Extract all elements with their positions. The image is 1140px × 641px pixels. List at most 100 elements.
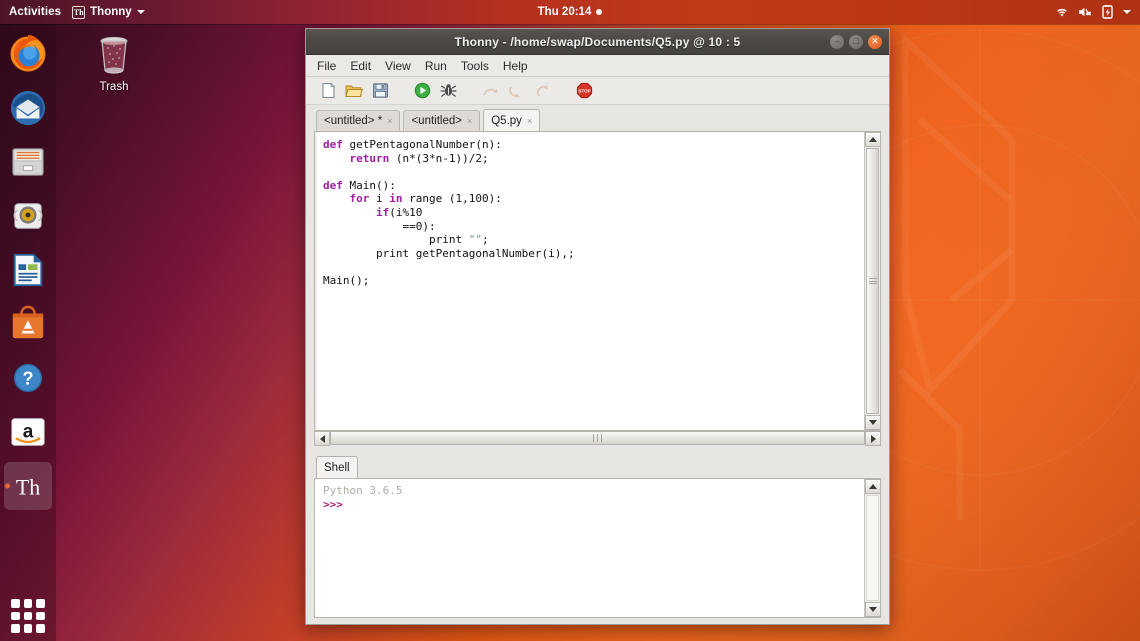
editor-vscroll-thumb[interactable] [866, 148, 879, 414]
code-editor[interactable]: def getPentagonalNumber(n): return (n*(3… [314, 131, 881, 431]
editor-tab-untitled[interactable]: <untitled> × [403, 110, 480, 131]
scroll-down-button[interactable] [865, 602, 881, 617]
grid-dot [24, 612, 33, 621]
dock-item-thunderbird[interactable] [4, 84, 52, 132]
close-button[interactable]: ✕ [868, 35, 882, 49]
editor-tab-untitled-modified[interactable]: <untitled> * × [316, 110, 400, 131]
svg-text:?: ? [22, 369, 33, 389]
code-line [323, 165, 863, 179]
svg-text:STOP: STOP [578, 89, 590, 94]
debug-icon[interactable] [438, 81, 458, 101]
menu-file[interactable]: File [317, 59, 336, 73]
open-file-icon[interactable] [344, 81, 364, 101]
step-into-icon [506, 81, 526, 101]
window-titlebar[interactable]: Thonny - /home/swap/Documents/Q5.py @ 10… [306, 29, 889, 55]
editor-tab-q5-py[interactable]: Q5.py × [483, 109, 540, 131]
editor-vertical-scrollbar[interactable] [864, 132, 880, 430]
libreoffice-writer-icon [9, 251, 47, 289]
editor-tab-label: Q5.py [491, 115, 522, 127]
rhythmbox-icon [9, 197, 47, 235]
dock-item-thonny[interactable]: Th [4, 462, 52, 510]
editor-tab-label: <untitled> * [324, 115, 382, 127]
code-line: if(i%10 [323, 206, 863, 220]
close-icon[interactable]: × [467, 116, 472, 126]
shell-vertical-scrollbar[interactable] [864, 479, 880, 617]
thonny-window: Thonny - /home/swap/Documents/Q5.py @ 10… [305, 28, 890, 625]
code-line: print ""; [323, 233, 863, 247]
grid-dot [11, 612, 20, 621]
menu-view[interactable]: View [385, 59, 411, 73]
menu-help[interactable]: Help [503, 59, 528, 73]
dock-item-ubuntu-software[interactable] [4, 300, 52, 348]
trash-label: Trash [100, 81, 129, 93]
clock-label: Thu 20:14 [538, 6, 592, 18]
step-out-icon [532, 81, 552, 101]
editor-horizontal-scrollbar[interactable] [314, 431, 881, 447]
editor-tab-label: <untitled> [411, 115, 462, 127]
show-applications-button[interactable] [11, 599, 45, 633]
grid-dot [24, 624, 33, 633]
close-icon[interactable]: × [527, 116, 532, 126]
ubuntu-software-bag-icon [9, 305, 47, 343]
menubar: File Edit View Run Tools Help [306, 55, 889, 77]
shell-vscroll-track[interactable] [866, 495, 879, 601]
dock-item-help[interactable]: ? [4, 354, 52, 402]
python-version-line: Python 3.6.5 [323, 484, 863, 498]
scroll-up-button[interactable] [865, 479, 881, 494]
code-line: for i in range (1,100): [323, 192, 863, 206]
scroll-grip-icon [592, 434, 604, 442]
scroll-grip-icon [869, 277, 877, 286]
grid-dot [36, 624, 45, 633]
shell-text-area[interactable]: Python 3.6.5 >>> [315, 479, 863, 617]
run-icon[interactable] [412, 81, 432, 101]
code-line: print getPentagonalNumber(i),; [323, 247, 863, 261]
save-file-icon[interactable] [370, 81, 390, 101]
scroll-up-button[interactable] [865, 132, 881, 147]
dock-item-files[interactable] [4, 138, 52, 186]
menu-run[interactable]: Run [425, 59, 447, 73]
menu-edit[interactable]: Edit [350, 59, 371, 73]
code-line [323, 260, 863, 274]
shell-prompt: >>> [323, 498, 863, 512]
stop-icon[interactable]: STOP [574, 81, 594, 101]
tab-shell[interactable]: Shell [316, 456, 358, 478]
scroll-left-button[interactable] [314, 431, 330, 446]
amazon-icon: a [9, 413, 47, 451]
code-line: Main(); [323, 274, 863, 288]
clock-area[interactable]: Thu 20:14 [0, 6, 1140, 18]
dock-item-firefox[interactable] [4, 30, 52, 78]
code-line: def Main(): [323, 179, 863, 193]
code-text-area[interactable]: def getPentagonalNumber(n): return (n*(3… [315, 132, 863, 430]
step-over-icon [480, 81, 500, 101]
code-line: return (n*(3*n-1))/2; [323, 152, 863, 166]
scroll-down-button[interactable] [865, 415, 881, 430]
dock-item-libreoffice-writer[interactable] [4, 246, 52, 294]
thunderbird-icon [9, 89, 47, 127]
maximize-button[interactable]: □ [849, 35, 863, 49]
top-panel: Activities Th Thonny Thu 20:14 [0, 0, 1140, 24]
code-line: def getPentagonalNumber(n): [323, 138, 863, 152]
close-icon[interactable]: × [387, 116, 392, 126]
dock-item-rhythmbox[interactable] [4, 192, 52, 240]
minimize-button[interactable]: – [830, 35, 844, 49]
running-indicator-dot [5, 484, 10, 489]
editor-hscroll-thumb[interactable] [330, 431, 865, 445]
menu-tools[interactable]: Tools [461, 59, 489, 73]
trash-icon [91, 32, 137, 78]
new-file-icon[interactable] [318, 81, 338, 101]
window-title: Thonny - /home/swap/Documents/Q5.py @ 10… [306, 35, 889, 49]
grid-dot [11, 624, 20, 633]
desktop: Activities Th Thonny Thu 20:14 [0, 0, 1140, 641]
toolbar: STOP [306, 77, 889, 105]
desktop-icon-trash[interactable]: Trash [82, 32, 146, 93]
scroll-right-button[interactable] [865, 431, 881, 446]
help-icon: ? [9, 359, 47, 397]
grid-dot [24, 599, 33, 608]
shell-console[interactable]: Python 3.6.5 >>> [314, 478, 881, 618]
grid-dot [36, 599, 45, 608]
shell-pane: Shell Python 3.6.5 >>> [306, 452, 889, 624]
editor-pane: <untitled> * × <untitled> × Q5.py × def … [306, 105, 889, 452]
thonny-icon: Th [9, 467, 47, 505]
dock-item-amazon[interactable]: a [4, 408, 52, 456]
shell-tab-label: Shell [324, 462, 350, 474]
